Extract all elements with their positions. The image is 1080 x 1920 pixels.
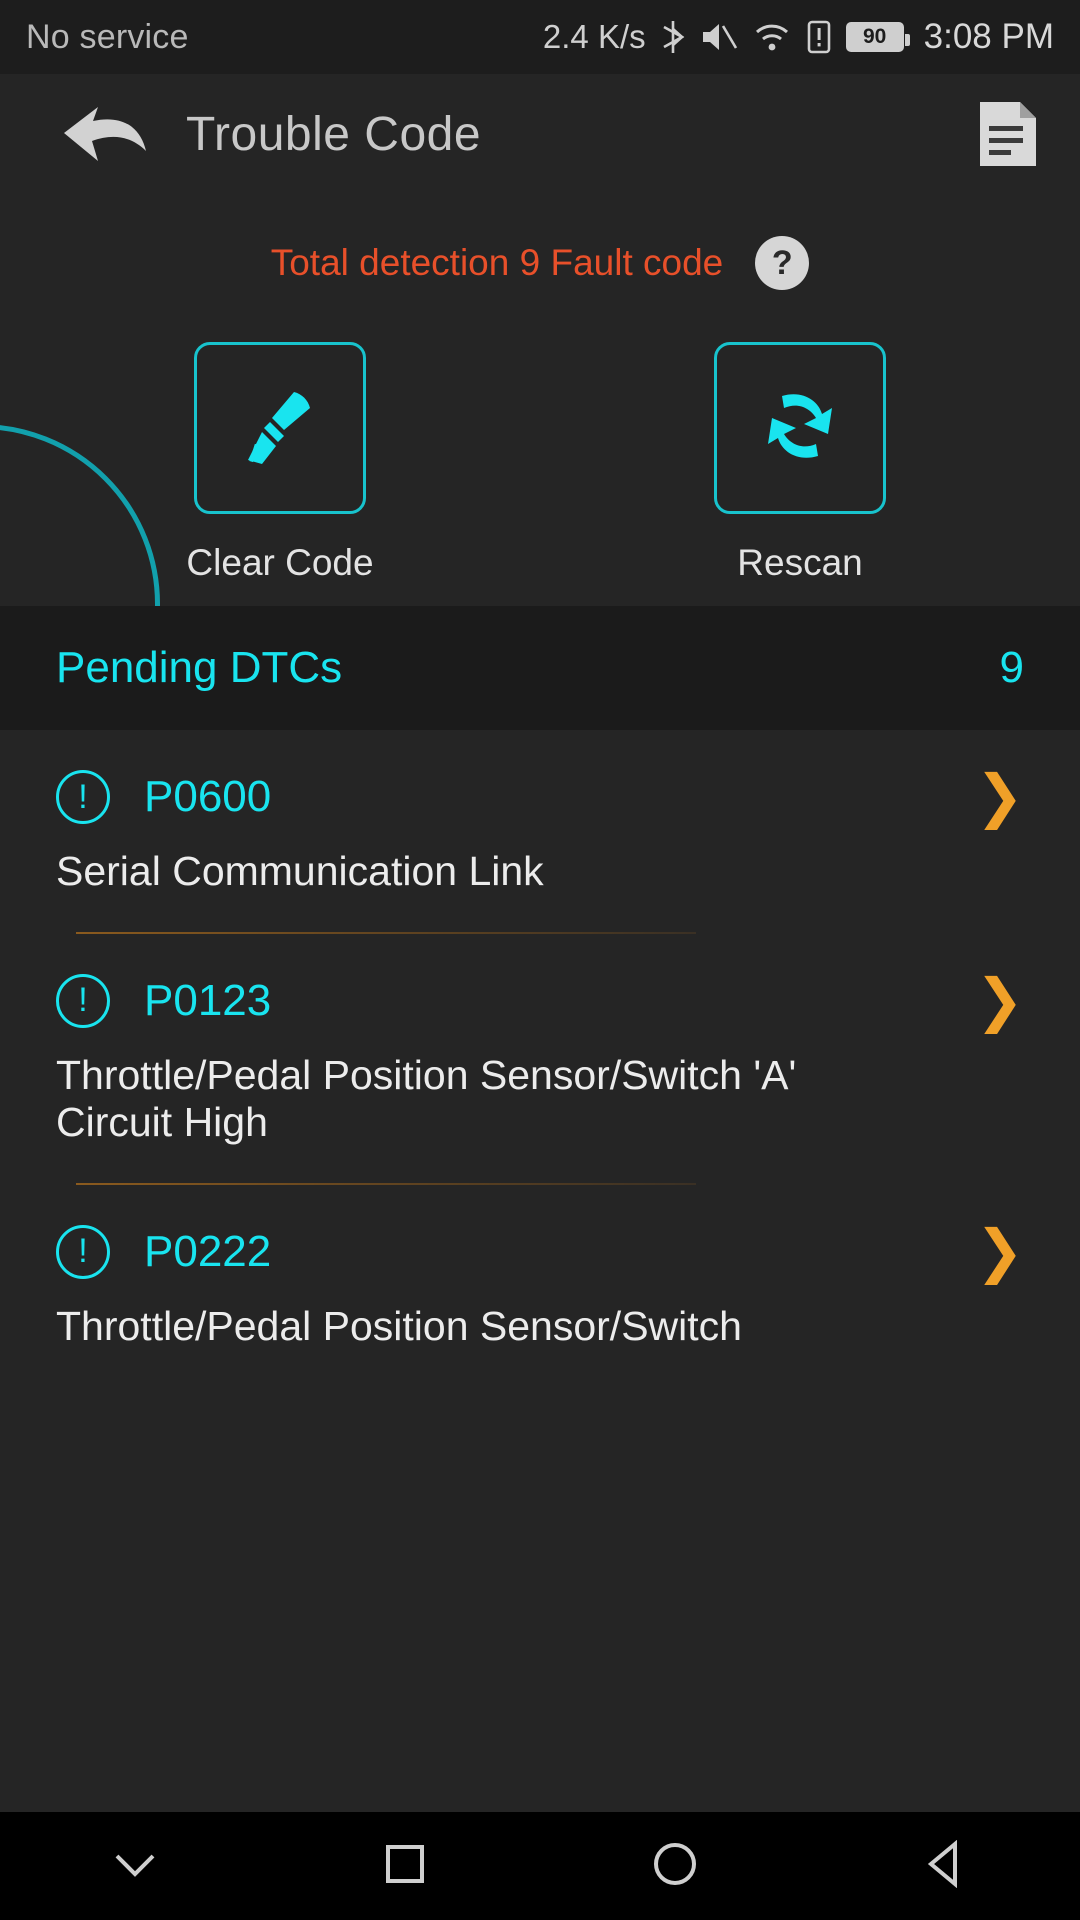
back-button[interactable]: [885, 1812, 1005, 1920]
system-nav-bar: [0, 1812, 1080, 1920]
wifi-icon: [752, 20, 792, 54]
table-row[interactable]: ! P0222 ❯ Throttle/Pedal Position Sensor…: [0, 1185, 1080, 1351]
table-row[interactable]: ! P0600 ❯ Serial Communication Link: [0, 730, 1080, 934]
battery-icon: 90: [845, 22, 910, 52]
dtc-description: Serial Communication Link: [56, 848, 544, 894]
warning-circle-icon: !: [56, 1224, 110, 1279]
status-bar: No service 2.4 K/s 90 3:08 PM: [0, 0, 1080, 74]
detection-row: Total detection 9 Fault code ?: [0, 194, 1080, 290]
broom-icon: [232, 378, 328, 479]
refresh-icon: [754, 380, 846, 477]
report-document-icon[interactable]: [976, 98, 1040, 170]
clear-code-label: Clear Code: [186, 542, 374, 583]
clear-code-box: [194, 342, 366, 514]
network-speed-label: 2.4 K/s: [542, 18, 646, 55]
table-row[interactable]: ! P0123 ❯ Throttle/Pedal Position Sensor…: [0, 934, 1080, 1185]
dtc-code: P0123: [144, 975, 272, 1025]
status-bar-icons: 2.4 K/s 90 3:08 PM: [543, 17, 1054, 57]
chevron-down-icon: [111, 1844, 159, 1889]
dtc-row-head: ! P0123 ❯: [56, 971, 1024, 1029]
battery-level-label: 90: [848, 25, 901, 49]
dtc-row-head: ! P0600 ❯: [56, 768, 1024, 826]
summary-panel: Total detection 9 Fault code ? Clear Cod…: [0, 194, 1080, 606]
back-arrow-icon[interactable]: [60, 99, 150, 169]
rescan-button[interactable]: Rescan: [690, 342, 910, 584]
mute-icon: [700, 20, 738, 54]
chevron-right-icon[interactable]: ❯: [975, 1222, 1024, 1280]
chevron-right-icon[interactable]: ❯: [975, 768, 1024, 826]
rescan-label: Rescan: [737, 542, 863, 583]
dtc-description: Throttle/Pedal Position Sensor/Switch: [56, 1302, 742, 1349]
dtc-code: P0222: [144, 1226, 272, 1276]
dtc-list: ! P0600 ❯ Serial Communication Link ! P0…: [0, 730, 1080, 1351]
triangle-left-icon: [923, 1839, 967, 1893]
page-title: Trouble Code: [186, 107, 482, 161]
square-icon: [383, 1842, 427, 1891]
pending-dtcs-header[interactable]: Pending DTCs 9: [0, 606, 1080, 730]
circle-icon: [651, 1840, 699, 1893]
bluetooth-icon: [660, 19, 686, 55]
warning-circle-icon: !: [56, 770, 110, 824]
dtc-description: Throttle/Pedal Position Sensor/Switch 'A…: [56, 1051, 797, 1146]
action-buttons: Clear Code Rescan: [0, 342, 1080, 584]
clock-label: 3:08 PM: [923, 17, 1054, 56]
help-icon[interactable]: ?: [755, 236, 810, 290]
dtc-row-head: ! P0222 ❯: [56, 1222, 1024, 1280]
recents-button[interactable]: [345, 1812, 465, 1920]
hide-keyboard-button[interactable]: [75, 1812, 195, 1920]
chevron-right-icon[interactable]: ❯: [975, 971, 1024, 1029]
clear-code-button[interactable]: Clear Code: [170, 342, 390, 584]
dtc-code: P0600: [144, 772, 272, 821]
carrier-label: No service: [26, 17, 189, 56]
home-button[interactable]: [615, 1812, 735, 1920]
rescan-box: [714, 342, 886, 514]
section-title: Pending DTCs: [56, 643, 343, 692]
detection-summary-label: Total detection 9 Fault code: [270, 242, 724, 283]
trouble-code-screen: No service 2.4 K/s 90 3:08 PM Trouble Co…: [0, 0, 1080, 1920]
warning-circle-icon: !: [56, 973, 110, 1028]
sim-alert-icon: [806, 20, 832, 54]
title-bar: Trouble Code: [0, 74, 1080, 194]
section-count: 9: [999, 643, 1024, 692]
